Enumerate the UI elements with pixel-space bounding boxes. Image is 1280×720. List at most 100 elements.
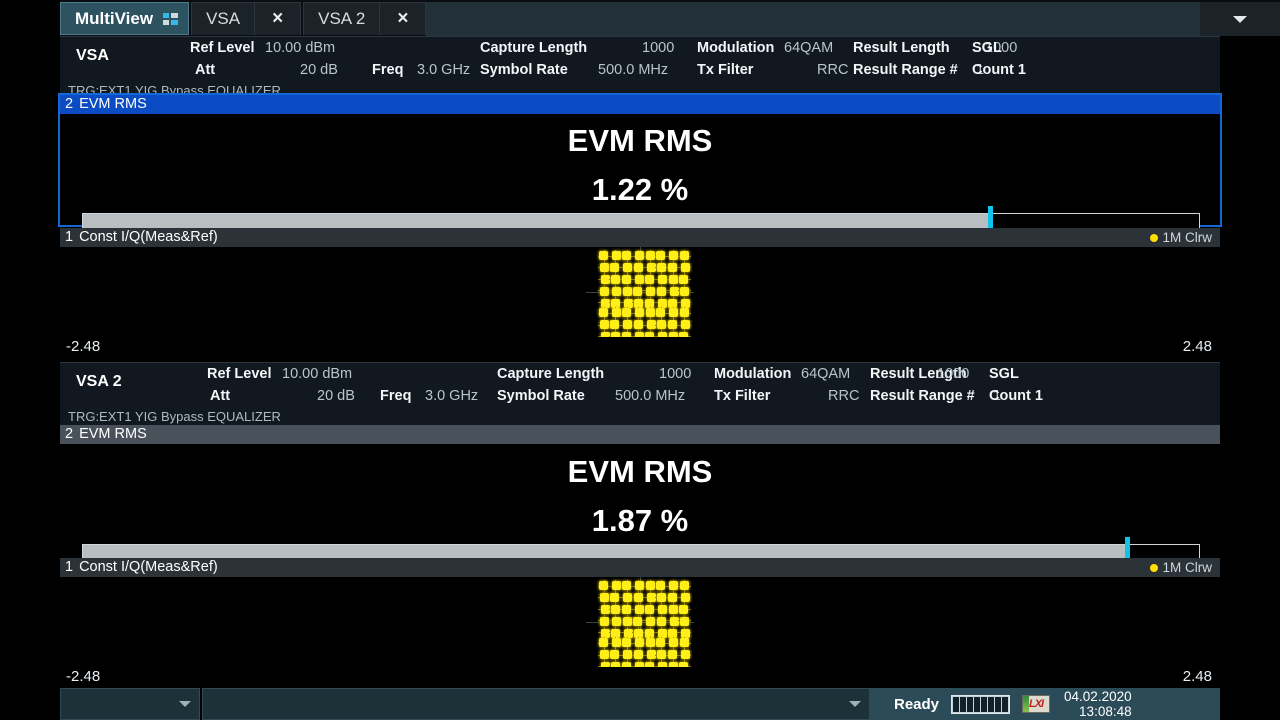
constellation-point bbox=[611, 604, 621, 614]
status-message-field[interactable] bbox=[202, 688, 870, 720]
constellation-point bbox=[599, 308, 608, 318]
field2-result-length-value[interactable]: 1000 bbox=[937, 366, 969, 382]
constellation-point bbox=[669, 638, 679, 648]
progress-segment bbox=[981, 696, 988, 712]
constellation-point bbox=[634, 604, 644, 614]
window-const-iq-vsa-number: 1 bbox=[65, 229, 74, 245]
constellation-point bbox=[645, 581, 655, 590]
trigger-status-vsa-2: TRG:EXT1 YIG Bypass EQUALIZER bbox=[68, 409, 281, 424]
window-const-iq-vsa[interactable]: 1 Const I/Q(Meas&Ref) 1M Clrw -2.48 2.48 bbox=[60, 228, 1220, 359]
channel-fields-vsa-2: VSA 2 Ref Level 10.00 dBm Att 20 dB Freq… bbox=[60, 363, 1220, 407]
field2-att-value[interactable]: 20 dB bbox=[317, 388, 355, 404]
constellation-point bbox=[679, 308, 689, 318]
window-evm-rms-vsa-2[interactable]: 2 EVM RMS EVM RMS 1.87 % bbox=[60, 425, 1220, 568]
field-freq-value[interactable]: 3.0 GHz bbox=[417, 62, 470, 78]
constellation-axis-vsa-2: -2.48 2.48 bbox=[60, 667, 1220, 689]
field2-symbol-rate-value[interactable]: 500.0 MHz bbox=[615, 388, 685, 404]
window-const-iq-vsa-title: 1 Const I/Q(Meas&Ref) 1M Clrw bbox=[60, 228, 1220, 247]
constellation-point bbox=[612, 616, 622, 626]
field2-capture-length-label: Capture Length bbox=[497, 366, 605, 382]
field-ref-level-label: Ref Level bbox=[190, 40, 255, 56]
field2-modulation-value[interactable]: 64QAM bbox=[801, 366, 850, 382]
constellation-point bbox=[680, 320, 690, 330]
window-evm-rms-vsa-body: EVM RMS 1.22 % bbox=[60, 114, 1220, 237]
progress-segment bbox=[988, 696, 995, 712]
constellation-point bbox=[668, 274, 678, 284]
field2-capture-length-value[interactable]: 1000 bbox=[659, 366, 691, 382]
progress-segment bbox=[967, 696, 974, 712]
status-date: 04.02.2020 bbox=[1064, 689, 1132, 704]
constellation-point bbox=[600, 592, 609, 602]
constellation-point bbox=[656, 286, 666, 296]
constellation-point bbox=[622, 308, 632, 318]
field-tx-filter-value[interactable]: RRC bbox=[817, 62, 848, 78]
tab-multiview-label: MultiView bbox=[75, 8, 154, 28]
field2-att-label: Att bbox=[210, 388, 231, 404]
tab-overflow-button[interactable] bbox=[1200, 2, 1280, 36]
trace-label-vsa: 1M Clrw bbox=[1162, 230, 1213, 245]
window-evm-rms-vsa-title: 2 EVM RMS bbox=[60, 95, 1220, 114]
constellation-point bbox=[610, 320, 620, 330]
constellation-point bbox=[611, 308, 621, 318]
constellation-point bbox=[623, 650, 633, 660]
window-const-iq-vsa-2[interactable]: 1 Const I/Q(Meas&Ref) 1M Clrw -2.48 2.48 bbox=[60, 558, 1220, 689]
constellation-point bbox=[610, 592, 620, 602]
constellation-point bbox=[600, 298, 610, 308]
tab-vsa[interactable]: VSA bbox=[191, 2, 256, 35]
constellation-point bbox=[623, 320, 633, 330]
constellation-point bbox=[669, 581, 679, 590]
channel-name-vsa: VSA bbox=[76, 47, 109, 64]
window-const-iq-vsa-2-title: 1 Const I/Q(Meas&Ref) 1M Clrw bbox=[60, 558, 1220, 577]
window-const-iq-vsa-2-name: Const I/Q(Meas&Ref) bbox=[79, 559, 218, 575]
constellation-point bbox=[646, 616, 656, 626]
field2-tx-filter-value[interactable]: RRC bbox=[828, 388, 859, 404]
tab-vsa-close-icon[interactable]: × bbox=[255, 2, 302, 35]
field-modulation-value[interactable]: 64QAM bbox=[784, 40, 833, 56]
progress-segment bbox=[995, 696, 1002, 712]
constellation-point bbox=[645, 638, 655, 648]
constellation-point bbox=[599, 286, 609, 296]
constellation-point bbox=[622, 251, 632, 260]
constellation-point bbox=[645, 274, 655, 284]
field-symbol-rate-value[interactable]: 500.0 MHz bbox=[598, 62, 668, 78]
trace-info-vsa-2: 1M Clrw bbox=[1149, 558, 1212, 577]
field2-symbol-rate-label: Symbol Rate bbox=[497, 388, 585, 404]
channel-header-vsa-2: VSA 2 Ref Level 10.00 dBm Att 20 dB Freq… bbox=[60, 362, 1220, 427]
constellation-point bbox=[600, 628, 610, 638]
field-att-value[interactable]: 20 dB bbox=[300, 62, 338, 78]
status-combo-box[interactable] bbox=[60, 688, 200, 720]
constellation-plot-vsa[interactable] bbox=[60, 247, 1220, 337]
window-evm-rms-vsa-number: 2 bbox=[65, 96, 74, 112]
window-evm-rms-vsa[interactable]: 2 EVM RMS EVM RMS 1.22 % bbox=[58, 93, 1222, 237]
tab-vsa-2-close-icon[interactable]: × bbox=[380, 2, 427, 35]
constellation-point bbox=[680, 286, 689, 296]
date-time-display: 04.02.2020 13:08:48 bbox=[1064, 689, 1132, 719]
tab-vsa-2[interactable]: VSA 2 bbox=[303, 2, 381, 35]
window-evm-rms-vsa-2-name: EVM RMS bbox=[79, 426, 147, 442]
field2-result-range-label: Result Range # bbox=[870, 388, 975, 404]
window-evm-rms-vsa-2-title: 2 EVM RMS bbox=[60, 425, 1220, 444]
constellation-plot-vsa-2[interactable] bbox=[60, 577, 1220, 667]
field-ref-level-value[interactable]: 10.00 dBm bbox=[265, 40, 335, 56]
constellation-point bbox=[621, 274, 631, 284]
constellation-point bbox=[611, 581, 621, 590]
constellation-point bbox=[680, 262, 690, 272]
constellation-point bbox=[633, 262, 643, 272]
field2-ref-level-value[interactable]: 10.00 dBm bbox=[282, 366, 352, 382]
tab-multiview[interactable]: MultiView bbox=[60, 2, 190, 35]
multiview-grid-icon bbox=[163, 12, 179, 25]
tab-bar-filler bbox=[426, 2, 1200, 36]
constellation-point bbox=[667, 650, 677, 660]
constellation-point bbox=[656, 581, 666, 590]
tab-bar: MultiView VSA × VSA 2 × bbox=[0, 0, 1280, 36]
field2-freq-value[interactable]: 3.0 GHz bbox=[425, 388, 478, 404]
constellation-point bbox=[669, 616, 679, 626]
field-capture-length-value[interactable]: 1000 bbox=[642, 40, 674, 56]
constellation-point bbox=[623, 298, 633, 308]
constellation-point bbox=[657, 298, 667, 308]
tab-vsa-label: VSA bbox=[206, 9, 241, 28]
progress-segment bbox=[974, 696, 981, 712]
field2-sgl-label: SGL bbox=[989, 366, 1019, 382]
field2-freq-label: Freq bbox=[380, 388, 412, 404]
field2-tx-filter-label: Tx Filter bbox=[714, 388, 771, 404]
